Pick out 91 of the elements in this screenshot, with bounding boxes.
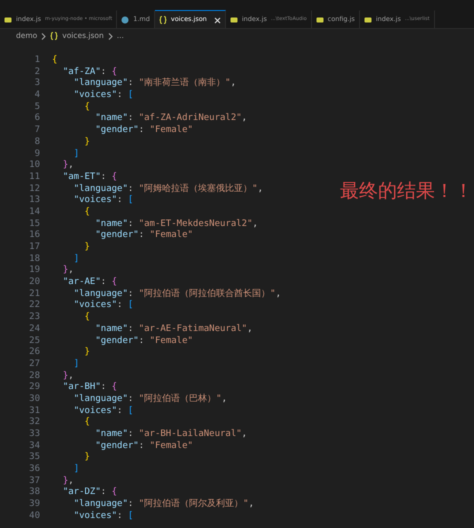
line-number: 7: [34, 125, 40, 137]
line-number: 12: [28, 184, 40, 195]
code-line: {: [84, 102, 90, 114]
code-line: "ar-AE": {: [62, 277, 118, 289]
code-line: },: [62, 476, 74, 488]
line-number: 1: [34, 55, 40, 67]
code-line: "name": "ar-AE-FatimaNeural",: [94, 324, 253, 336]
annotation-text: 最终的结果！！: [340, 179, 473, 204]
code-line: {: [84, 312, 90, 324]
code-line: "language": "阿姆哈拉语（埃塞俄比亚）",: [72, 184, 263, 195]
line-number: 8: [34, 136, 40, 148]
code-line: },: [62, 370, 74, 382]
line-number: 38: [28, 487, 40, 499]
line-number: 27: [28, 358, 40, 371]
line-number: 11: [28, 172, 40, 184]
code-line: }: [84, 242, 90, 254]
code-line: "name": "am-ET-MekdesNeural2",: [94, 218, 258, 230]
line-number: 14: [28, 206, 40, 219]
line-number: 34: [28, 440, 40, 452]
code-line: ]: [72, 254, 80, 266]
line-number: 13: [28, 195, 40, 207]
line-number: 17: [28, 242, 40, 254]
code-line: "voices": [: [72, 406, 134, 417]
braces-icon: [50, 32, 58, 40]
code-line: ]: [72, 464, 80, 476]
line-number: 26: [28, 347, 40, 359]
braces-icon: [158, 16, 167, 24]
info-file-icon: [121, 16, 130, 24]
line-number: 33: [28, 429, 40, 441]
line-number: 31: [28, 406, 40, 417]
line-number: 22: [28, 300, 40, 312]
line-number: 40: [28, 510, 40, 522]
code-line: "voices": [: [72, 90, 134, 102]
line-number: 21: [28, 288, 40, 300]
code-line: }: [84, 136, 90, 148]
line-number: 30: [28, 394, 40, 406]
code-line: },: [62, 160, 74, 172]
code-line: ]: [72, 148, 80, 160]
line-number: 25: [28, 336, 40, 347]
code-line: {: [84, 417, 90, 429]
chevron-icon: [41, 32, 46, 40]
code-line: {: [51, 55, 58, 67]
code-line: "language": "阿拉伯语（阿拉伯联合酋长国）",: [72, 288, 281, 300]
line-number: 5: [34, 102, 40, 113]
code-line: "gender": "Female": [94, 230, 193, 242]
line-number: 24: [28, 324, 40, 336]
js-file-icon: [316, 16, 324, 24]
line-number: 15: [28, 218, 40, 230]
line-number: 2: [34, 66, 40, 78]
code-line: "gender": "Female": [94, 336, 193, 348]
js-file-icon: [4, 16, 12, 24]
code-line: "am-ET": {: [62, 172, 118, 184]
js-file-icon: [230, 16, 238, 24]
code-line: {: [84, 206, 90, 219]
code-line: "name": "af-ZA-AdriNeural2",: [94, 113, 248, 125]
line-number: 19: [28, 265, 40, 277]
code-line: "voices": [: [72, 510, 134, 522]
close-icon[interactable]: [214, 16, 221, 24]
line-number: 39: [28, 499, 40, 511]
line-number: 23: [28, 312, 40, 324]
code-line: }: [84, 452, 90, 464]
line-number: 10: [28, 160, 40, 172]
code-line: "gender": "Female": [94, 440, 193, 452]
code-line: "name": "ar-BH-LailaNeural",: [94, 429, 248, 441]
line-number: 32: [28, 417, 40, 429]
js-file-icon: [364, 16, 372, 24]
code-line: "voices": [: [72, 300, 134, 312]
code-line: "voices": [: [72, 195, 134, 207]
code-line: "language": "南非荷兰语（南非）",: [72, 78, 236, 90]
code-line: ]: [72, 358, 80, 371]
code-line: "ar-DZ": {: [62, 487, 118, 499]
line-number: 18: [28, 254, 40, 265]
line-number: 20: [28, 277, 40, 289]
line-number: 29: [28, 382, 40, 394]
chevron-icon: [108, 32, 113, 40]
code-line: "gender": "Female": [94, 125, 193, 137]
code-line: "language": "阿拉伯语（阿尔及利亚）",: [72, 499, 254, 511]
code-line: }: [84, 347, 90, 359]
line-number: 37: [28, 476, 40, 487]
line-number: 6: [34, 113, 40, 126]
line-number: 4: [34, 90, 40, 102]
line-number: 16: [28, 230, 40, 242]
line-number: 28: [28, 370, 40, 382]
line-number: 3: [34, 78, 40, 90]
line-number: 9: [34, 148, 40, 160]
code-line: "language": "阿拉伯语（巴林）",: [72, 394, 227, 406]
code-line: "af-ZA": {: [62, 66, 118, 78]
line-number: 36: [28, 464, 40, 476]
line-number: 35: [28, 452, 40, 464]
code-line: },: [62, 265, 74, 278]
code-line: "ar-BH": {: [62, 382, 118, 394]
